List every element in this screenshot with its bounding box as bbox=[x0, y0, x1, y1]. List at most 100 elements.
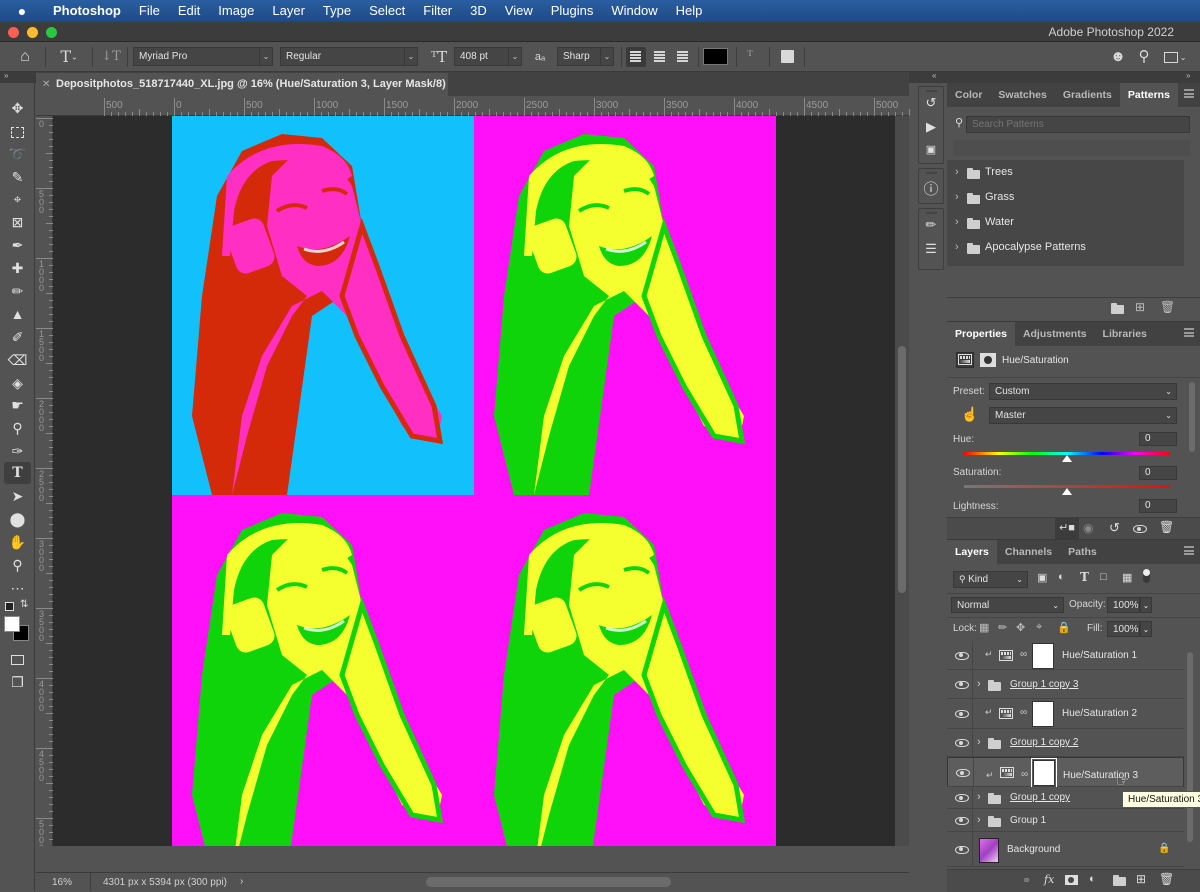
history-icon[interactable]: ↺ bbox=[919, 95, 943, 111]
screen-mode-icon[interactable]: ❐ bbox=[4, 671, 31, 693]
edit-toolbar-icon[interactable]: ⋯ bbox=[4, 577, 31, 599]
zoom-window-button[interactable] bbox=[46, 27, 57, 38]
layer-name[interactable]: Group 1 copy 3 bbox=[1010, 679, 1078, 690]
home-icon[interactable]: ⌂ bbox=[14, 47, 36, 67]
lasso-tool-icon[interactable]: ➰ bbox=[4, 143, 31, 165]
layer-row[interactable]: ↵ ∞ Hue/Saturation 1 bbox=[947, 641, 1184, 670]
chevron-right-icon[interactable]: › bbox=[955, 216, 959, 228]
layer-visibility-eye-icon[interactable] bbox=[956, 769, 970, 777]
tab-color[interactable]: Color bbox=[947, 83, 990, 107]
chevron-right-icon[interactable]: › bbox=[977, 791, 981, 803]
swap-colors-icon[interactable]: ⇅ bbox=[20, 599, 28, 610]
tab-libraries[interactable]: Libraries bbox=[1095, 322, 1155, 346]
menu-help[interactable]: Help bbox=[667, 0, 712, 22]
eraser-tool-icon[interactable]: ⌫ bbox=[4, 349, 31, 371]
close-tab-icon[interactable]: ✕ bbox=[42, 73, 50, 96]
delete-layer-icon[interactable]: 🗑 bbox=[1159, 872, 1174, 886]
collapse-iconstrip-icon[interactable]: « bbox=[932, 71, 936, 80]
tab-gradients[interactable]: Gradients bbox=[1055, 83, 1120, 107]
tab-swatches[interactable]: Swatches bbox=[990, 83, 1054, 107]
menu-file[interactable]: File bbox=[130, 0, 169, 22]
hue-value-input[interactable]: 0 bbox=[1139, 432, 1177, 446]
collapse-panels-icon[interactable]: » bbox=[1186, 71, 1190, 80]
horizontal-ruler[interactable]: 500 0 500 1000 1500 2000 2500 3000 3500 4000 4500 5… bbox=[36, 96, 938, 116]
menu-3d[interactable]: 3D bbox=[461, 0, 496, 22]
preset-select[interactable]: Custom ⌄ bbox=[989, 383, 1177, 400]
menu-plugins[interactable]: Plugins bbox=[542, 0, 603, 22]
panel-menu-icon[interactable] bbox=[1184, 328, 1194, 337]
workspace-switcher-icon[interactable]: ⌄ bbox=[1160, 47, 1190, 67]
status-menu-arrow-icon[interactable]: › bbox=[240, 876, 243, 887]
new-group-icon[interactable] bbox=[1111, 303, 1124, 314]
layer-row[interactable]: ↵ ∞ Hue/Saturation 3 bbox=[947, 757, 1184, 788]
filter-adjustment-icon[interactable]: ◐ bbox=[1058, 571, 1065, 583]
type-tool-preset-icon[interactable]: T⌄ bbox=[54, 47, 84, 67]
layer-mask-thumbnail[interactable] bbox=[1032, 642, 1054, 669]
blend-mode-select[interactable]: Normal ⌄ bbox=[951, 597, 1064, 613]
brush-settings-icon[interactable]: ✏ bbox=[919, 217, 943, 233]
mask-link-icon[interactable]: ∞ bbox=[1021, 766, 1028, 784]
saturation-value-input[interactable]: 0 bbox=[1139, 466, 1177, 480]
saturation-slider-thumb[interactable] bbox=[1062, 488, 1072, 495]
type-tool-icon[interactable]: T bbox=[4, 462, 31, 484]
quick-mask-icon[interactable] bbox=[4, 648, 31, 670]
layer-row[interactable]: › Group 1 copy 3 bbox=[947, 670, 1184, 699]
font-size-select[interactable]: 408 pt ⌄ bbox=[454, 47, 522, 66]
opacity-input[interactable]: 100% bbox=[1107, 597, 1140, 613]
reset-adjustment-icon[interactable]: ↺ bbox=[1109, 520, 1120, 536]
smudge-tool-icon[interactable]: ☛ bbox=[4, 394, 31, 416]
fill-input[interactable]: 100% bbox=[1107, 621, 1140, 637]
frame-tool-icon[interactable]: ⊠ bbox=[4, 211, 31, 233]
document-tab[interactable]: ✕ Depositphotos_518717440_XL.jpg @ 16% (… bbox=[36, 73, 448, 113]
menu-photoshop[interactable]: Photoshop bbox=[44, 0, 130, 22]
hand-tool-icon[interactable]: ✋ bbox=[4, 531, 31, 553]
menu-image[interactable]: Image bbox=[209, 0, 263, 22]
crop-tool-icon[interactable]: ⌖ bbox=[4, 188, 31, 210]
chevron-right-icon[interactable]: › bbox=[955, 166, 959, 178]
text-color-swatch[interactable] bbox=[703, 48, 728, 65]
panel-menu-icon[interactable] bbox=[1184, 546, 1194, 555]
clone-stamp-tool-icon[interactable]: ▲ bbox=[4, 303, 31, 325]
chevron-right-icon[interactable]: › bbox=[977, 814, 981, 826]
panel-menu-icon[interactable] bbox=[1184, 89, 1194, 98]
layer-name[interactable]: Group 1 bbox=[1010, 815, 1046, 826]
layer-name[interactable]: Group 1 copy bbox=[1010, 792, 1070, 803]
chevron-right-icon[interactable]: › bbox=[977, 678, 981, 690]
tab-layers[interactable]: Layers bbox=[947, 540, 997, 564]
layer-visibility-eye-icon[interactable] bbox=[955, 680, 969, 689]
adjustment-presets-icon[interactable]: ☰ bbox=[919, 241, 943, 257]
share-user-icon[interactable]: ☻ bbox=[1108, 47, 1128, 67]
folder-item-trees[interactable]: › Trees bbox=[947, 160, 1184, 185]
hue-slider-thumb[interactable] bbox=[1062, 455, 1072, 462]
lock-image-pixels-icon[interactable]: ✏ bbox=[998, 621, 1007, 634]
chevron-right-icon[interactable]: › bbox=[977, 736, 981, 748]
layer-visibility-eye-icon[interactable] bbox=[955, 794, 969, 802]
font-family-select[interactable]: Myriad Pro ⌄ bbox=[133, 47, 273, 66]
vertical-scrollbar-thumb[interactable] bbox=[898, 346, 906, 593]
foreground-color-swatch[interactable] bbox=[4, 616, 20, 632]
vertical-ruler[interactable]: 0500100015002000250030003500400045005000 bbox=[36, 116, 53, 882]
mask-link-icon[interactable]: ∞ bbox=[1020, 707, 1027, 718]
menu-filter[interactable]: Filter bbox=[414, 0, 461, 22]
lightness-value-input[interactable]: 0 bbox=[1139, 499, 1177, 513]
zoom-tool-icon[interactable]: ⚲ bbox=[4, 554, 31, 576]
lock-position-icon[interactable]: ✥ bbox=[1016, 621, 1025, 634]
ellipse-tool-icon[interactable]: ⬤ bbox=[4, 508, 31, 530]
add-mask-icon[interactable] bbox=[1065, 875, 1078, 885]
warp-text-icon[interactable]: ᵀ bbox=[740, 47, 760, 67]
history-brush-tool-icon[interactable]: ✐ bbox=[4, 326, 31, 348]
layer-name[interactable]: Background bbox=[1007, 844, 1060, 855]
plugins-icon[interactable]: ▣ bbox=[919, 143, 943, 156]
font-style-select[interactable]: Regular ⌄ bbox=[280, 47, 418, 66]
clip-to-layer-icon[interactable]: ↵■ bbox=[1055, 518, 1079, 539]
fill-dropdown[interactable]: ⌄ bbox=[1140, 621, 1152, 637]
search-patterns-input[interactable] bbox=[966, 116, 1190, 133]
mask-link-icon[interactable]: ∞ bbox=[1020, 649, 1027, 660]
layer-visibility-eye-icon[interactable] bbox=[955, 739, 969, 747]
layer-mask-thumbnail[interactable] bbox=[1032, 701, 1054, 727]
tab-channels[interactable]: Channels bbox=[997, 540, 1060, 564]
eyedropper-tool-icon[interactable]: ✒ bbox=[4, 234, 31, 256]
align-center-button[interactable] bbox=[650, 47, 670, 67]
delete-adjustment-icon[interactable]: 🗑 bbox=[1159, 520, 1174, 534]
toggle-text-orientation-icon[interactable]: ↓T bbox=[100, 47, 122, 67]
